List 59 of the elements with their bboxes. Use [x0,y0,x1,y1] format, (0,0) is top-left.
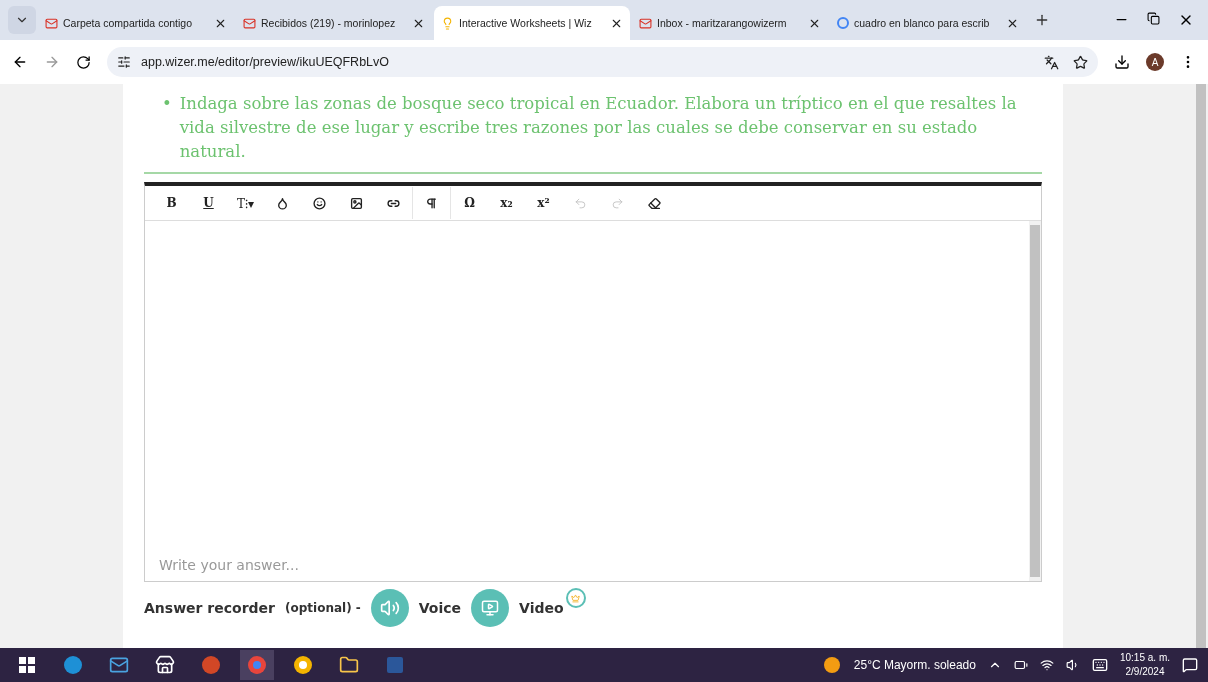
browser-tab[interactable]: Recibidos (219) - morinlopez [236,6,432,40]
toolbar-button[interactable]: Ω [451,188,488,218]
reload-icon[interactable] [76,54,91,70]
browser-app-icon [63,655,83,675]
recorder-label: Answer recorder [144,600,275,616]
ring-app-icon [293,655,313,675]
video-label: Video [519,600,564,616]
document-app-icon [385,655,405,675]
lightbulb-icon [441,16,454,30]
download-icon[interactable] [1114,54,1130,70]
translate-icon[interactable] [1044,54,1059,70]
keyboard-icon[interactable] [1091,657,1108,673]
plus-icon [1034,12,1050,28]
smile-icon [313,196,326,210]
profile-avatar[interactable]: A [1146,53,1164,71]
toolbar-button[interactable]: T⁝▾ [227,188,264,218]
pilcrow-icon [425,196,438,210]
weather-text: 25°C Mayorm. soleado [853,658,976,672]
mail-icon [109,655,129,675]
folder-icon [339,655,359,675]
toolbar-button[interactable]: U [190,188,227,218]
circle-app-icon [201,655,221,675]
crown-icon [571,593,581,603]
site-settings-icon[interactable] [117,55,131,69]
scrollbar[interactable] [1029,221,1041,581]
store-icon [155,655,175,675]
mail-icon [243,16,256,30]
windows-logo-icon [19,657,35,673]
optional-note: (optional) - [285,601,361,615]
speaker-icon [379,598,400,618]
notifications-icon[interactable] [1182,657,1198,673]
forward-icon[interactable] [44,54,60,70]
toolbar-button[interactable]: B [153,188,190,218]
battery-icon[interactable] [1013,658,1028,672]
restore-icon[interactable] [1147,12,1160,25]
address-bar[interactable]: app.wizer.me/editor/preview/ikuUEQFRbLvO [107,47,1098,77]
mail-icon [45,16,58,30]
url-text: app.wizer.me/editor/preview/ikuUEQFRbLvO [141,55,389,69]
browser-tab[interactable]: Interactive Worksheets | Wiz [434,6,630,40]
bookmark-icon[interactable] [1073,54,1088,70]
drop-icon [276,196,289,210]
image-icon [350,196,363,210]
back-icon[interactable] [12,54,28,70]
toolbar-button[interactable]: x² [525,188,562,218]
mail-icon [639,16,652,30]
colored-circle-icon [837,17,849,29]
weather-icon [821,655,842,675]
wifi-icon[interactable] [1039,658,1054,672]
page-scrollbar[interactable] [1194,84,1208,648]
browser-tab[interactable]: Inbox - maritzarangowizerm [632,6,828,40]
toolbar-button[interactable]: x₂ [488,188,525,218]
browser-tab[interactable]: cuadro en blanco para escrib [830,6,1026,40]
bullet: • [162,93,172,115]
browser-tab[interactable]: Carpeta compartida contigo [38,6,234,40]
ring-app-icon [247,655,267,675]
voice-label: Voice [418,600,462,616]
video-icon [481,599,500,617]
task-instruction: Indaga sobre las zonas de bosque seco tropical en Ecuador. Elabora un tríptico en el que resaltes la vida silvestre de ese lugar y escribe tres razones por las cuales se debe conservar en su estado natural. [179,93,1018,163]
clock[interactable]: 10:15 a. m. 2/9/2024 [1119,651,1170,679]
